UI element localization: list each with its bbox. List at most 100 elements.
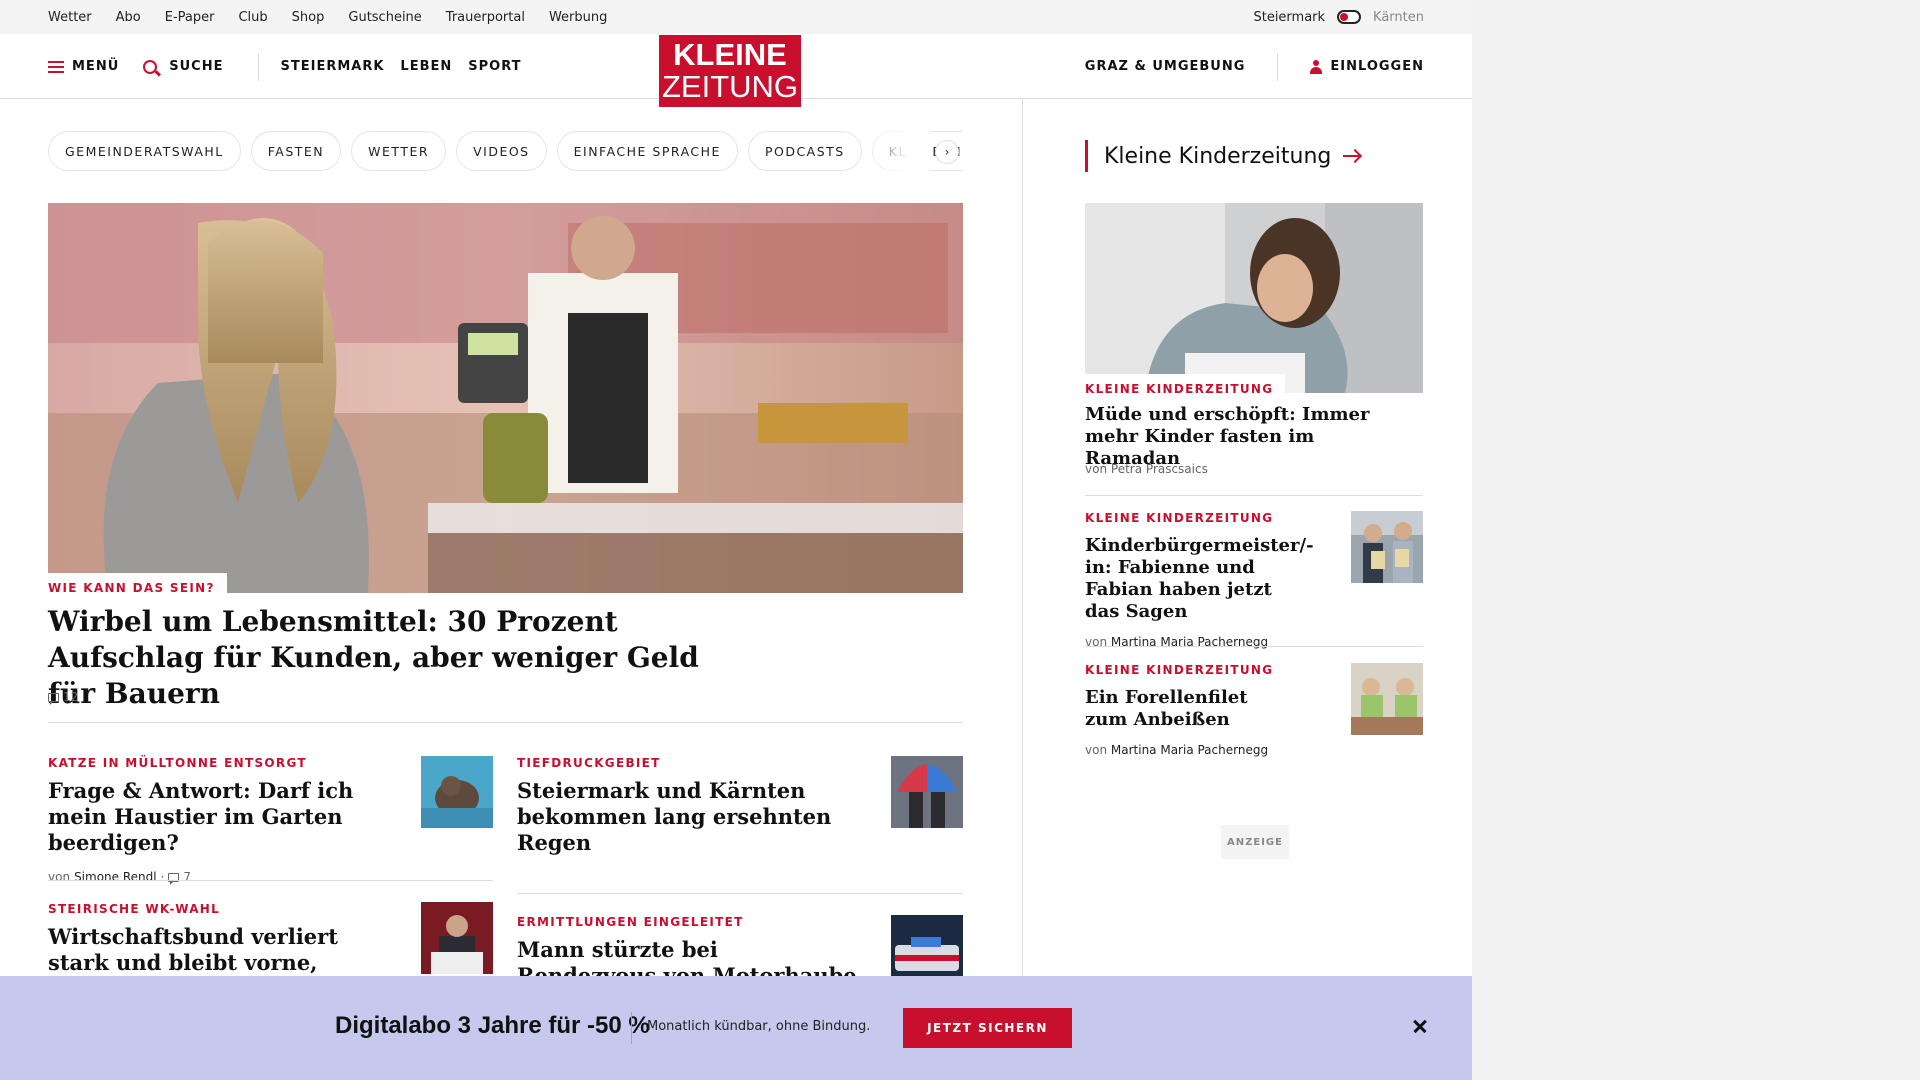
byline-prefix: von [1085, 462, 1108, 476]
user-icon [1310, 59, 1323, 74]
sidebar-heading-link[interactable]: Kleine Kinderzeitung [1085, 140, 1361, 172]
article-author[interactable]: Simone Rendl [74, 870, 157, 884]
chevron-right-icon: › [944, 145, 950, 159]
menu-button[interactable]: MENÜ [48, 59, 119, 74]
viewport-gutter [1472, 0, 1920, 1080]
location-link[interactable]: GRAZ & UMGEBUNG [1085, 59, 1246, 74]
ad-label: ANZEIGE [1221, 825, 1289, 859]
article-comment-count[interactable]: 7 [183, 870, 191, 884]
article-card: STEIRISCHE WK-WAHL Wirtschaftsbund verli… [48, 902, 388, 976]
page: Wetter Abo E-Paper Club Shop Gutscheine … [0, 0, 1472, 1080]
nav-divider [1277, 52, 1279, 81]
chip-videos[interactable]: VIDEOS [456, 131, 547, 171]
search-icon [143, 59, 158, 74]
article-card: KATZE IN MÜLLTONNE ENTSORGT Frage & Antw… [48, 756, 388, 885]
chip-einfache-sprache[interactable]: EINFACHE SPRACHE [556, 131, 738, 171]
article-thumbnail[interactable] [421, 902, 493, 974]
article-title[interactable]: Steiermark und Kärnten bekommen lang ers… [517, 778, 857, 856]
utility-link-abo[interactable]: Abo [116, 10, 141, 25]
nav-sport[interactable]: SPORT [468, 59, 521, 74]
chip-wetter[interactable]: WETTER [351, 131, 447, 171]
sidebar-article-title[interactable]: Kinderbürgermeister/-in: Fabienne und Fa… [1085, 535, 1314, 623]
hero-photo [48, 203, 963, 593]
sidebar-kicker-box: KLEINE KINDERZEITUNG [1085, 374, 1286, 396]
article-divider [517, 893, 963, 894]
hero-comment-count[interactable]: 12 [48, 690, 79, 705]
sidebar-divider [1085, 495, 1423, 496]
topic-chips: GEMEINDERATSWAHL FASTEN WETTER VIDEOS EI… [48, 131, 963, 171]
promo-subtitle: Monatlich kündbar, ohne Bindung. [647, 1019, 871, 1034]
sidebar-article-title[interactable]: Ein Forellenfilet zum Anbeißen [1085, 687, 1295, 731]
sidebar-main-author[interactable]: Petra Prascsaics [1111, 462, 1208, 476]
utility-link-werbung[interactable]: Werbung [549, 10, 607, 25]
article-kicker: TIEFDRUCKGEBIET [517, 756, 661, 770]
chip-gemeinderatswahl[interactable]: GEMEINDERATSWAHL [48, 131, 241, 171]
politician-photo [421, 902, 493, 974]
header-left-nav: MENÜ SUCHE STEIERMARK LEBEN SPORT [48, 34, 538, 99]
article-thumbnail[interactable] [421, 756, 493, 828]
sidebar-thumbnail[interactable] [1351, 663, 1423, 735]
promo-cta-button[interactable]: JETZT SICHERN [903, 1008, 1072, 1048]
sidebar-article-author[interactable]: Martina Maria Pachernegg [1111, 743, 1268, 757]
hero-image[interactable] [48, 203, 963, 593]
article-kicker: ERMITTLUNGEN EINGELEITET [517, 915, 744, 929]
sidebar-main-image[interactable] [1085, 203, 1423, 393]
arrow-right-icon [1343, 149, 1361, 163]
subscription-banner: Digitalabo 3 Jahre für -50 % Monatlich k… [0, 976, 1472, 1080]
main-header: MENÜ SUCHE STEIERMARK LEBEN SPORT KLEINE… [0, 34, 1472, 107]
utility-link-gutscheine[interactable]: Gutscheine [348, 10, 421, 25]
menu-label: MENÜ [72, 59, 120, 74]
cat-photo [421, 756, 493, 828]
chip-podcasts[interactable]: PODCASTS [747, 131, 862, 171]
utility-link-trauerportal[interactable]: Trauerportal [446, 10, 525, 25]
meta-separator: · [160, 870, 165, 884]
chips-fade [860, 131, 930, 171]
children-mayors-photo [1351, 511, 1423, 583]
utility-link-wetter[interactable]: Wetter [48, 10, 92, 25]
utility-link-shop[interactable]: Shop [292, 10, 325, 25]
promo-title: Digitalabo 3 Jahre für -50 % [335, 1012, 650, 1039]
close-icon[interactable] [1410, 1016, 1430, 1036]
search-button[interactable]: SUCHE [143, 59, 223, 74]
sidebar-thumbnail[interactable] [1351, 511, 1423, 583]
nav-leben[interactable]: LEBEN [400, 59, 452, 74]
chip-fasten[interactable]: FASTEN [250, 131, 342, 171]
umbrella-photo [891, 756, 963, 828]
hero-kicker-box: WIE KANN DAS SEIN? [48, 573, 227, 595]
hero-divider [48, 722, 963, 723]
sidebar-main-title[interactable]: Müde und erschöpft: Immer mehr Kinder fa… [1085, 404, 1375, 470]
region-toggle[interactable] [1337, 10, 1362, 24]
promo-divider [631, 1012, 632, 1044]
logo-line2: ZEITUNG [661, 69, 799, 104]
column-divider [1022, 99, 1023, 999]
region-kaernten[interactable]: Kärnten [1373, 10, 1424, 25]
hero-comment-number: 12 [63, 690, 79, 704]
sidebar-heading: Kleine Kinderzeitung [1104, 143, 1332, 169]
comment-icon [48, 692, 59, 705]
utility-link-club[interactable]: Club [238, 10, 267, 25]
article-kicker: STEIRISCHE WK-WAHL [48, 902, 221, 916]
sidebar-main-kicker: KLEINE KINDERZEITUNG [1085, 382, 1274, 396]
chips-next-button[interactable]: › [935, 140, 959, 164]
cooking-kids-photo [1351, 663, 1423, 735]
utility-link-epaper[interactable]: E-Paper [165, 10, 215, 25]
article-kicker: KATZE IN MÜLLTONNE ENTSORGT [48, 756, 307, 770]
article-meta: von Simone Rendl · 7 [48, 870, 388, 885]
hero-headline[interactable]: Wirbel um Lebensmittel: 30 Prozent Aufsc… [48, 604, 708, 712]
article-title[interactable]: Frage & Antwort: Darf ich mein Haustier … [48, 778, 388, 856]
girl-photo [1085, 203, 1423, 393]
hamburger-icon [48, 60, 64, 73]
region-steiermark[interactable]: Steiermark [1253, 10, 1325, 25]
article-card: TIEFDRUCKGEBIET Steiermark und Kärnten b… [517, 756, 857, 856]
region-switch: Steiermark Kärnten [1253, 0, 1424, 34]
sidebar-article-meta: von Martina Maria Pachernegg [1085, 743, 1423, 757]
site-logo[interactable]: KLEINE ZEITUNG [659, 35, 801, 107]
article-title[interactable]: Wirtschaftsbund verliert stark und bleib… [48, 924, 388, 976]
header-right-nav: GRAZ & UMGEBUNG EINLOGGEN [1085, 34, 1424, 99]
nav-steiermark[interactable]: STEIERMARK [281, 59, 385, 74]
article-thumbnail[interactable] [891, 756, 963, 828]
utility-bar: Wetter Abo E-Paper Club Shop Gutscheine … [0, 0, 1472, 34]
byline-prefix: von [48, 870, 71, 884]
login-button[interactable]: EINLOGGEN [1310, 59, 1424, 74]
logo-line1: KLEINE [673, 37, 787, 72]
